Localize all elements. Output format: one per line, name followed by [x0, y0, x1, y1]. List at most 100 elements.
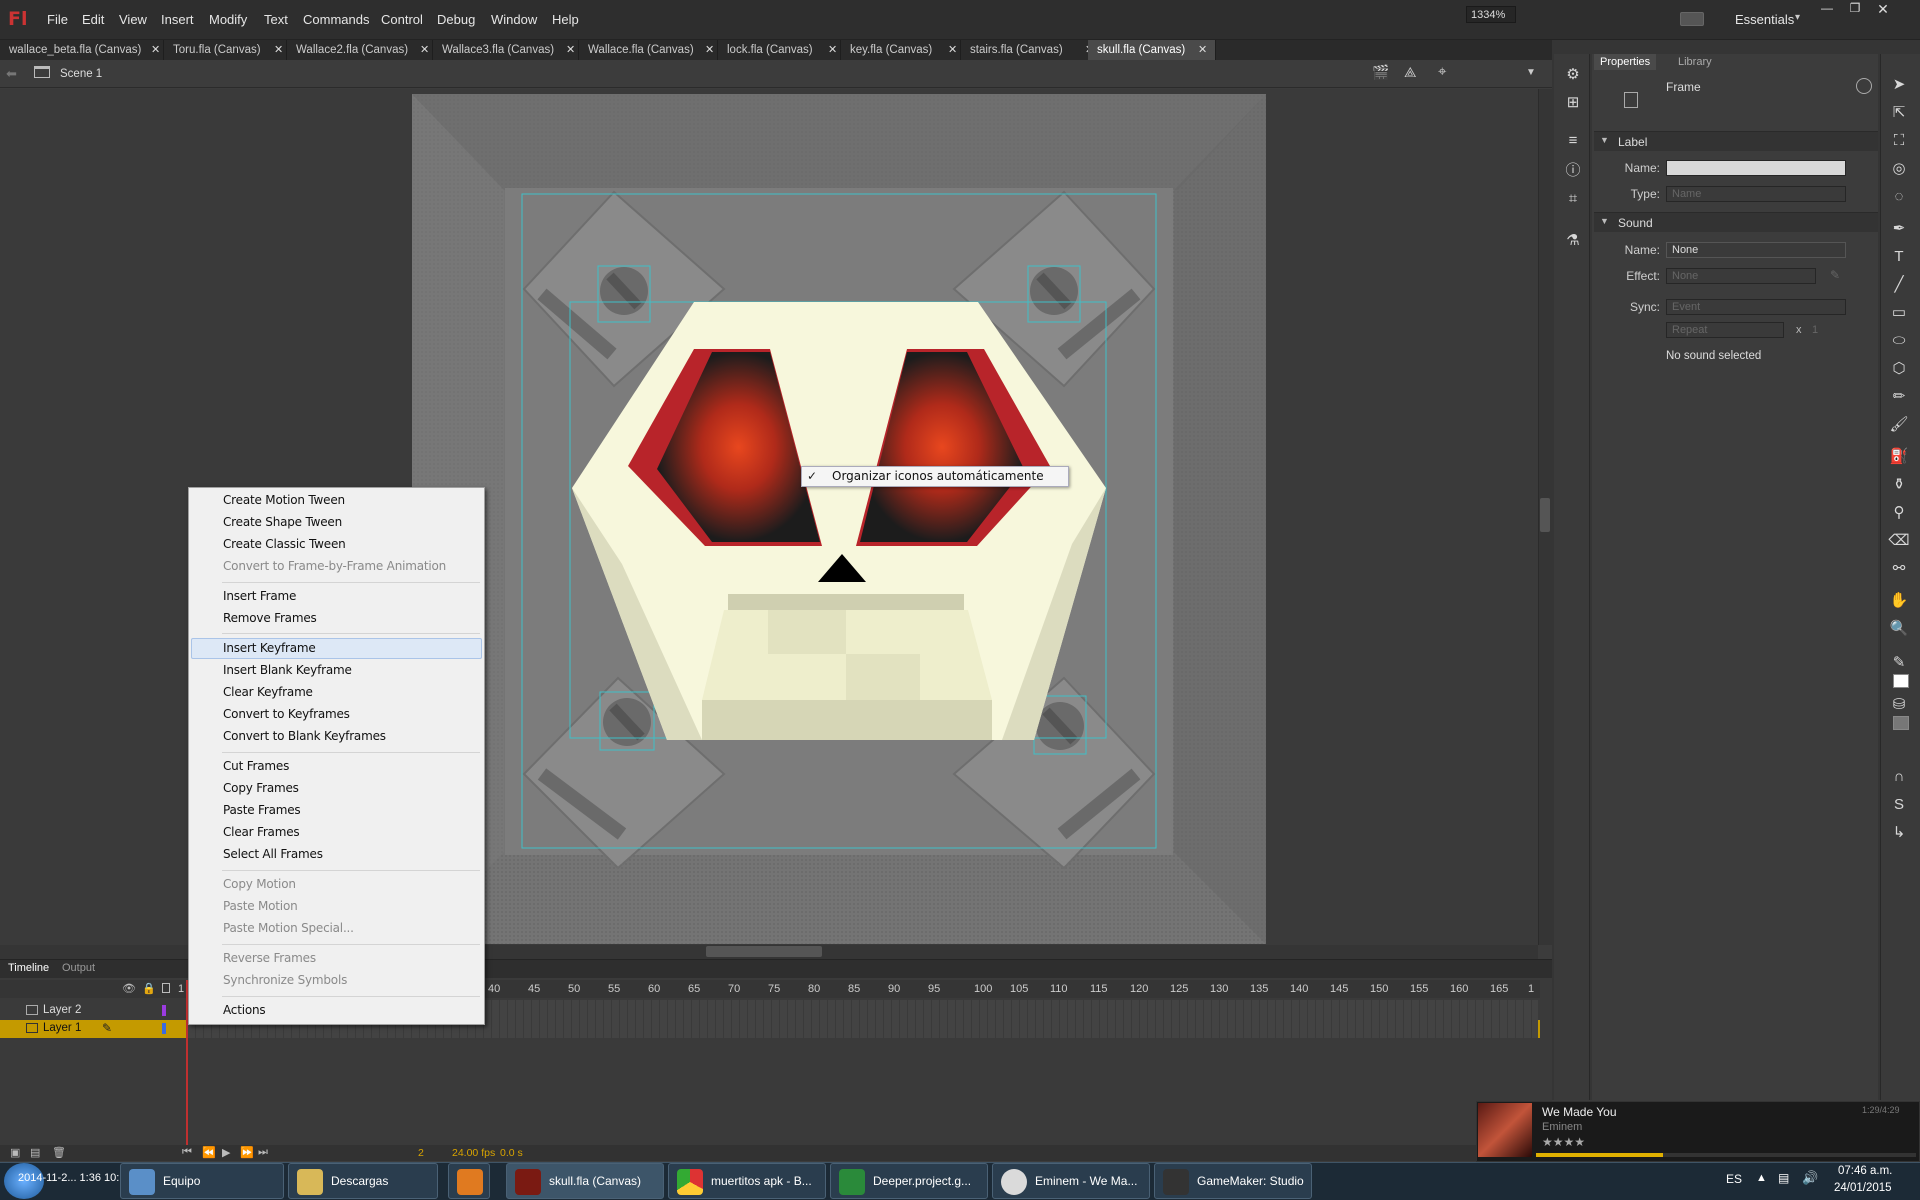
doc-tab[interactable]: stairs.fla (Canvas)✕: [961, 40, 1098, 60]
align-icon[interactable]: ⊞: [1562, 92, 1584, 114]
step-forward-icon[interactable]: ⏩: [240, 1146, 254, 1159]
menu-window[interactable]: Window: [491, 12, 537, 27]
chevron-down-icon[interactable]: ▼: [1526, 67, 1536, 78]
taskbar-item[interactable]: Descargas: [288, 1163, 438, 1199]
sync-settings-icon[interactable]: [1680, 12, 1704, 26]
menu-file[interactable]: File: [47, 12, 68, 27]
doc-tab[interactable]: Wallace2.fla (Canvas) ✕: [287, 40, 433, 60]
doc-tab-active[interactable]: skull.fla (Canvas) ✕: [1088, 40, 1216, 60]
eyedropper-icon[interactable]: ⚲: [1888, 502, 1910, 524]
paint-bucket-icon[interactable]: ⛽: [1888, 446, 1910, 468]
help-icon[interactable]: [1856, 78, 1872, 94]
bone-tool-icon[interactable]: ⚯: [1888, 558, 1910, 580]
doc-tab[interactable]: Toru.fla (Canvas) ✕: [164, 40, 287, 60]
center-stage-icon[interactable]: ⌖: [1438, 63, 1446, 80]
edit-scene-icon[interactable]: 🎬: [1372, 64, 1389, 81]
layer-color-swatch[interactable]: [162, 1023, 166, 1034]
scrollbar-thumb[interactable]: [1540, 498, 1550, 532]
edit-symbols-icon[interactable]: ⟁: [1404, 64, 1417, 81]
repeat-select[interactable]: Repeat: [1666, 322, 1784, 338]
polystar-tool-icon[interactable]: ⬡: [1888, 358, 1910, 380]
back-arrow-icon[interactable]: ⬅: [6, 66, 17, 82]
go-to-last-icon[interactable]: ⏭: [258, 1146, 268, 1159]
sync-select[interactable]: Event: [1666, 299, 1846, 315]
label-type-select[interactable]: Name: [1666, 186, 1846, 202]
fill-color-icon[interactable]: ⛁: [1888, 694, 1910, 716]
info-icon[interactable]: ⓘ: [1562, 160, 1584, 182]
menu-item-convert-to-keyframes[interactable]: Convert to Keyframes: [223, 707, 350, 721]
menu-view[interactable]: View: [119, 12, 147, 27]
close-icon[interactable]: ✕: [1870, 1, 1896, 19]
menu-item-actions[interactable]: Actions: [223, 1003, 266, 1017]
taskbar-item[interactable]: [448, 1163, 490, 1199]
language-indicator[interactable]: ES: [1726, 1172, 1742, 1186]
taskbar-item[interactable]: Deeper.project.g...: [830, 1163, 988, 1199]
menu-item-convert-to-blank-keyframes[interactable]: Convert to Blank Keyframes: [223, 729, 386, 743]
rating-stars[interactable]: ★★★★: [1542, 1135, 1585, 1149]
lasso-tool-icon[interactable]: ◌: [1888, 186, 1910, 208]
taskbar-item-active[interactable]: skull.fla (Canvas): [506, 1163, 664, 1199]
eraser-tool-icon[interactable]: ⌫: [1888, 530, 1910, 552]
3d-rotation-icon[interactable]: ◎: [1888, 158, 1910, 180]
smooth-icon[interactable]: S: [1888, 794, 1910, 816]
close-icon[interactable]: ✕: [705, 43, 714, 56]
close-icon[interactable]: ✕: [151, 43, 160, 56]
straighten-icon[interactable]: ↳: [1888, 822, 1910, 844]
volume-icon[interactable]: 🔊: [1802, 1170, 1818, 1186]
eye-icon[interactable]: 👁: [122, 982, 136, 995]
menu-item-create-shape-tween[interactable]: Create Shape Tween: [223, 515, 342, 529]
close-icon[interactable]: ✕: [948, 43, 957, 56]
snap-to-objects-icon[interactable]: ∩: [1888, 766, 1910, 788]
menu-item-insert-blank-keyframe[interactable]: Insert Blank Keyframe: [223, 663, 352, 677]
clock-date[interactable]: 24/01/2015: [1834, 1182, 1892, 1194]
oval-tool-icon[interactable]: ⬭: [1888, 330, 1910, 352]
menu-item-cut-frames[interactable]: Cut Frames: [223, 759, 289, 773]
tab-properties[interactable]: Properties: [1594, 54, 1657, 70]
current-frame[interactable]: 2: [418, 1147, 424, 1159]
section-sound[interactable]: Sound: [1594, 212, 1878, 232]
transform-icon[interactable]: ⌗: [1562, 188, 1584, 210]
stage-artwork[interactable]: [412, 94, 1266, 944]
doc-tab[interactable]: key.fla (Canvas) ✕: [841, 40, 961, 60]
step-back-icon[interactable]: ⏪: [202, 1146, 216, 1159]
repeat-count[interactable]: 1: [1812, 324, 1818, 336]
doc-tab[interactable]: Wallace.fla (Canvas) ✕: [579, 40, 718, 60]
menu-item-clear-keyframe[interactable]: Clear Keyframe: [223, 685, 313, 699]
frame-rate[interactable]: 24.00 fps: [452, 1147, 495, 1159]
taskbar-item[interactable]: GameMaker: Studio: [1154, 1163, 1312, 1199]
line-tool-icon[interactable]: ╱: [1888, 274, 1910, 296]
go-to-first-icon[interactable]: ⏮: [182, 1146, 192, 1159]
menu-modify[interactable]: Modify: [209, 12, 247, 27]
chevron-down-icon[interactable]: ▼: [1600, 216, 1609, 226]
section-label[interactable]: Label: [1594, 131, 1878, 151]
elapsed-time[interactable]: 0.0 s: [500, 1147, 523, 1159]
close-icon[interactable]: ✕: [1198, 43, 1207, 56]
menu-commands[interactable]: Commands: [303, 12, 369, 27]
layer-color-swatch[interactable]: [162, 1005, 166, 1016]
chevron-down-icon[interactable]: ▼: [1600, 135, 1609, 145]
pencil-tool-icon[interactable]: ✏: [1888, 386, 1910, 408]
new-layer-icon[interactable]: ▣: [10, 1146, 20, 1159]
stroke-color-swatch[interactable]: [1893, 674, 1909, 688]
chevron-down-icon[interactable]: ▾: [1795, 12, 1800, 23]
rectangle-tool-icon[interactable]: ▭: [1888, 302, 1910, 324]
selection-tool-icon[interactable]: ➤: [1888, 74, 1910, 96]
color-icon[interactable]: ≡: [1562, 130, 1584, 152]
scene-breadcrumb[interactable]: Scene 1: [60, 68, 102, 80]
motion-editor-icon[interactable]: ⚙: [1562, 64, 1584, 86]
menu-help[interactable]: Help: [552, 12, 579, 27]
edit-pencil-icon[interactable]: ✎: [1830, 268, 1840, 282]
new-folder-icon[interactable]: ▤: [30, 1146, 40, 1159]
brush-tool-icon[interactable]: 🖌: [1888, 414, 1910, 436]
effect-select[interactable]: None: [1666, 268, 1816, 284]
fill-color-swatch[interactable]: [1893, 716, 1909, 730]
subselection-tool-icon[interactable]: ⇱: [1888, 102, 1910, 124]
sound-name-select[interactable]: None: [1666, 242, 1846, 258]
taskbar-item[interactable]: muertitos apk - B...: [668, 1163, 826, 1199]
pen-tool-icon[interactable]: ✒: [1888, 218, 1910, 240]
layer-name[interactable]: Layer 1: [43, 1022, 81, 1034]
menu-item-insert-keyframe[interactable]: Insert Keyframe: [223, 641, 316, 655]
menu-item-create-motion-tween[interactable]: Create Motion Tween: [223, 493, 345, 507]
minimize-icon[interactable]: —: [1814, 1, 1840, 19]
frame-name-input[interactable]: [1666, 160, 1846, 176]
